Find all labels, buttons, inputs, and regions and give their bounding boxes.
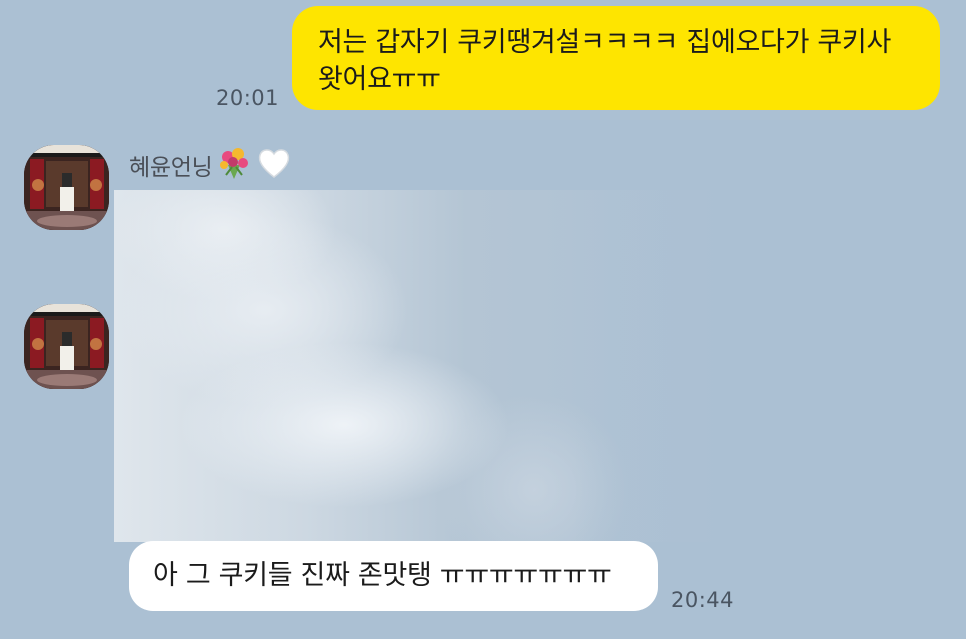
white-heart-icon bbox=[256, 146, 292, 184]
outgoing-message-text: 저는 갑자기 쿠키땡겨설ㅋㅋㅋㅋ 집에오다가 쿠키사 왓어요ㅠㅠ bbox=[318, 27, 892, 95]
sender-avatar[interactable] bbox=[24, 145, 109, 230]
sender-avatar[interactable] bbox=[24, 304, 109, 389]
sender-name-row: 혜윤언닝 bbox=[129, 146, 292, 184]
sender-name: 혜윤언닝 bbox=[129, 155, 213, 181]
photo-fade-edge bbox=[574, 190, 754, 542]
chat-room: 저는 갑자기 쿠키땡겨설ㅋㅋㅋㅋ 집에오다가 쿠키사 왓어요ㅠㅠ 20:01 혜… bbox=[0, 0, 966, 639]
incoming-message-bubble[interactable]: 아 그 쿠키들 진짜 존맛탱 ㅠㅠㅠㅠㅠㅠㅠ bbox=[129, 541, 658, 611]
avatar-image-icon bbox=[24, 145, 109, 230]
avatar-image-icon bbox=[24, 304, 109, 389]
bouquet-icon bbox=[216, 145, 252, 185]
outgoing-message-bubble[interactable]: 저는 갑자기 쿠키땡겨설ㅋㅋㅋㅋ 집에오다가 쿠키사 왓어요ㅠㅠ bbox=[292, 6, 940, 110]
incoming-message-time: 20:44 bbox=[671, 588, 735, 612]
outgoing-message-time: 20:01 bbox=[216, 86, 280, 110]
blurred-photo-message[interactable] bbox=[114, 190, 754, 542]
incoming-message-text: 아 그 쿠키들 진짜 존맛탱 ㅠㅠㅠㅠㅠㅠㅠ bbox=[153, 560, 612, 591]
